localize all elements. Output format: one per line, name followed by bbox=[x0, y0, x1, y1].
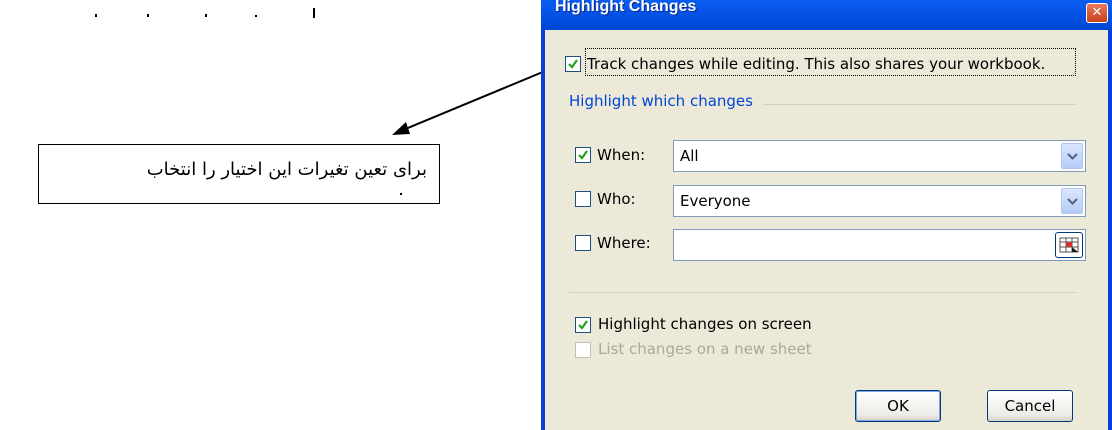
close-button[interactable]: ✕ bbox=[1086, 3, 1108, 23]
cancel-button[interactable]: Cancel bbox=[987, 390, 1073, 422]
when-dropdown-button[interactable] bbox=[1061, 143, 1083, 169]
when-checkbox[interactable] bbox=[575, 147, 591, 163]
where-label[interactable]: Where: bbox=[597, 234, 651, 252]
top-marks bbox=[95, 8, 315, 18]
who-dropdown-button[interactable] bbox=[1061, 188, 1083, 214]
when-select[interactable]: All bbox=[673, 140, 1086, 172]
dialog-body: Track changes while editing. This also s… bbox=[545, 30, 1108, 430]
list-new-sheet-label: List changes on a new sheet bbox=[598, 340, 812, 358]
when-value: All bbox=[680, 147, 699, 165]
screenshot: برای تعین تغیرات این اختیار را انتخاب Hi… bbox=[0, 0, 1112, 430]
highlight-on-screen-checkbox[interactable] bbox=[575, 317, 591, 333]
chevron-down-icon bbox=[1067, 198, 1078, 205]
checkmark-icon bbox=[578, 150, 588, 160]
who-checkbox[interactable] bbox=[575, 191, 591, 207]
where-checkbox[interactable] bbox=[575, 235, 591, 251]
callout-text: برای تعین تغیرات این اختیار را انتخاب bbox=[146, 159, 427, 180]
dialog-title: Highlight Changes bbox=[555, 0, 697, 15]
when-label[interactable]: When: bbox=[597, 146, 645, 164]
chevron-down-icon bbox=[1067, 153, 1078, 160]
track-changes-checkbox[interactable] bbox=[565, 56, 581, 72]
checkmark-icon bbox=[578, 320, 588, 330]
who-label[interactable]: Who: bbox=[597, 190, 636, 208]
highlight-on-screen-label[interactable]: Highlight changes on screen bbox=[598, 315, 812, 333]
track-changes-label[interactable]: Track changes while editing. This also s… bbox=[587, 55, 1045, 73]
callout-box: برای تعین تغیرات این اختیار را انتخاب bbox=[38, 144, 440, 204]
section-title: Highlight which changes bbox=[569, 92, 753, 110]
close-icon: ✕ bbox=[1091, 5, 1103, 20]
separator bbox=[569, 292, 1076, 293]
who-select[interactable]: Everyone bbox=[673, 185, 1086, 217]
callout-dot bbox=[400, 193, 402, 195]
highlight-changes-dialog: Highlight Changes ✕ Track changes while … bbox=[541, 0, 1112, 430]
dialog-titlebar[interactable]: Highlight Changes ✕ bbox=[541, 0, 1112, 30]
who-value: Everyone bbox=[680, 192, 751, 210]
checkmark-icon bbox=[568, 59, 578, 69]
where-input[interactable] bbox=[673, 229, 1086, 261]
range-select-icon bbox=[1059, 237, 1079, 253]
list-new-sheet-checkbox bbox=[575, 342, 591, 358]
section-divider bbox=[763, 104, 1076, 105]
range-picker-button[interactable] bbox=[1055, 232, 1083, 258]
ok-button[interactable]: OK bbox=[855, 390, 941, 422]
